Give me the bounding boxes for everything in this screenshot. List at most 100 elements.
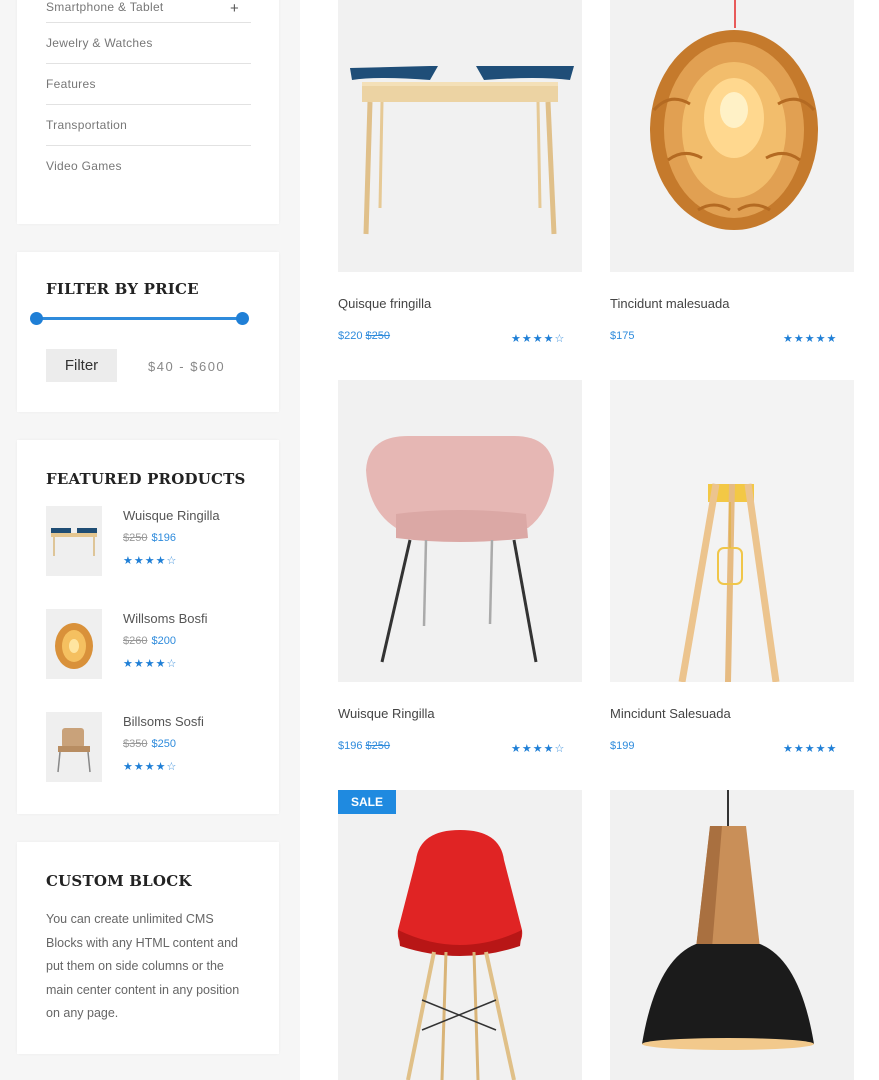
product-name[interactable]: Tincidunt malesuada: [610, 296, 729, 311]
product-price: $196 $250: [338, 740, 394, 752]
category-label: Smartphone & Tablet: [46, 0, 164, 14]
old-price: $350: [123, 738, 148, 750]
featured-products-title: FEATURED PRODUCTS: [46, 470, 246, 488]
current-price: $200: [151, 635, 176, 647]
star-filled-icon: ★: [155, 555, 167, 567]
star-filled-icon: ★: [144, 555, 156, 567]
product-price: $175: [610, 330, 634, 342]
category-list: Smartphone & Tablet + Jewelry & Watches …: [17, 0, 251, 186]
featured-thumb[interactable]: [46, 506, 102, 576]
star-filled-icon: ★: [783, 743, 794, 755]
category-label: Features: [46, 77, 96, 91]
star-filled-icon: ★: [155, 658, 167, 670]
custom-block-title: CUSTOM BLOCK: [46, 872, 192, 890]
star-empty-icon: ☆: [554, 333, 566, 345]
featured-item-price: $350 $250: [123, 738, 176, 750]
star-filled-icon: ★: [793, 743, 805, 755]
product-name[interactable]: Quisque fringilla: [338, 296, 431, 311]
star-filled-icon: ★: [123, 555, 134, 567]
rating-stars: ★★★★☆: [511, 742, 565, 755]
product-image-pendant-lamp[interactable]: [610, 0, 854, 272]
star-filled-icon: ★: [815, 743, 827, 755]
star-filled-icon: ★: [793, 333, 805, 345]
slider-max-handle[interactable]: [236, 312, 249, 325]
featured-item[interactable]: Wuisque Ringilla $250 $196 ★★★★☆: [46, 506, 266, 578]
category-label: Jewelry & Watches: [46, 36, 153, 50]
price-filter-block: FILTER BY PRICE Filter $40 - $600: [17, 252, 279, 412]
category-item-features[interactable]: Features: [46, 64, 251, 105]
star-filled-icon: ★: [155, 761, 167, 773]
old-price: $250: [365, 330, 391, 342]
old-price: $260: [123, 635, 148, 647]
featured-thumb[interactable]: [46, 609, 102, 679]
category-label: Video Games: [46, 159, 122, 173]
current-price: $250: [151, 738, 176, 750]
sale-badge: SALE: [338, 790, 397, 814]
current-price: $196: [151, 532, 176, 544]
star-filled-icon: ★: [532, 743, 544, 755]
star-filled-icon: ★: [511, 333, 522, 345]
old-price: $250: [365, 740, 391, 752]
featured-thumb[interactable]: [46, 712, 102, 782]
star-filled-icon: ★: [144, 658, 156, 670]
price-range-text: $40 - $600: [148, 359, 226, 374]
star-filled-icon: ★: [133, 761, 145, 773]
category-item-jewelry-watches[interactable]: Jewelry & Watches: [46, 23, 251, 64]
rating-stars: ★★★★☆: [123, 760, 177, 773]
product-image-red-chair[interactable]: SALE: [338, 790, 582, 1080]
product-image-pink-chair[interactable]: [338, 380, 582, 682]
current-price: $175: [610, 330, 635, 342]
old-price: $250: [123, 532, 148, 544]
category-item-video-games[interactable]: Video Games: [46, 146, 251, 186]
star-filled-icon: ★: [826, 333, 838, 345]
product-image-black-pendant[interactable]: [610, 790, 854, 1080]
custom-block-text: You can create unlimited CMS Blocks with…: [46, 912, 240, 1020]
slider-min-handle[interactable]: [30, 312, 43, 325]
featured-item-name[interactable]: Wuisque Ringilla: [123, 508, 220, 523]
category-label: Transportation: [46, 118, 128, 132]
star-filled-icon: ★: [783, 333, 794, 345]
rating-stars: ★★★★★: [783, 332, 837, 345]
sidebar: Smartphone & Tablet + Jewelry & Watches …: [0, 0, 300, 1080]
product-image-desk[interactable]: [338, 0, 582, 272]
star-filled-icon: ★: [133, 658, 145, 670]
rating-stars: ★★★★☆: [511, 332, 565, 345]
star-filled-icon: ★: [133, 555, 145, 567]
star-filled-icon: ★: [123, 658, 134, 670]
star-filled-icon: ★: [144, 761, 156, 773]
category-item-smartphone-tablet[interactable]: Smartphone & Tablet +: [46, 0, 251, 23]
star-filled-icon: ★: [804, 743, 816, 755]
rating-stars: ★★★★★: [783, 742, 837, 755]
featured-item-price: $250 $196: [123, 532, 176, 544]
star-filled-icon: ★: [543, 333, 555, 345]
star-filled-icon: ★: [123, 761, 134, 773]
featured-item[interactable]: Willsoms Bosfi $260 $200 ★★★★☆: [46, 609, 266, 681]
star-filled-icon: ★: [826, 743, 838, 755]
product-price: $220 $250: [338, 330, 394, 342]
categories-block: Smartphone & Tablet + Jewelry & Watches …: [17, 0, 279, 224]
custom-block: CUSTOM BLOCK You can create unlimited CM…: [17, 842, 279, 1054]
featured-item-name[interactable]: Willsoms Bosfi: [123, 611, 208, 626]
category-item-transportation[interactable]: Transportation: [46, 105, 251, 146]
star-empty-icon: ☆: [166, 761, 178, 773]
expand-plus-icon[interactable]: +: [230, 0, 239, 17]
star-filled-icon: ★: [804, 333, 816, 345]
star-empty-icon: ☆: [554, 743, 566, 755]
star-filled-icon: ★: [521, 743, 533, 755]
product-name[interactable]: Mincidunt Salesuada: [610, 706, 731, 721]
product-name[interactable]: Wuisque Ringilla: [338, 706, 435, 721]
product-price: $199: [610, 740, 634, 752]
featured-item[interactable]: Billsoms Sosfi $350 $250 ★★★★☆: [46, 712, 266, 784]
featured-item-name[interactable]: Billsoms Sosfi: [123, 714, 204, 729]
featured-products-block: FEATURED PRODUCTS Wuisque Ringilla $250 $…: [17, 440, 279, 814]
star-empty-icon: ☆: [166, 555, 178, 567]
product-image-floor-lamp[interactable]: [610, 380, 854, 682]
featured-item-price: $260 $200: [123, 635, 176, 647]
star-filled-icon: ★: [521, 333, 533, 345]
star-filled-icon: ★: [543, 743, 555, 755]
price-range-slider[interactable]: [30, 312, 249, 325]
price-filter-title: FILTER BY PRICE: [46, 280, 199, 298]
rating-stars: ★★★★☆: [123, 657, 177, 670]
star-empty-icon: ☆: [166, 658, 178, 670]
filter-button[interactable]: Filter: [46, 349, 117, 382]
